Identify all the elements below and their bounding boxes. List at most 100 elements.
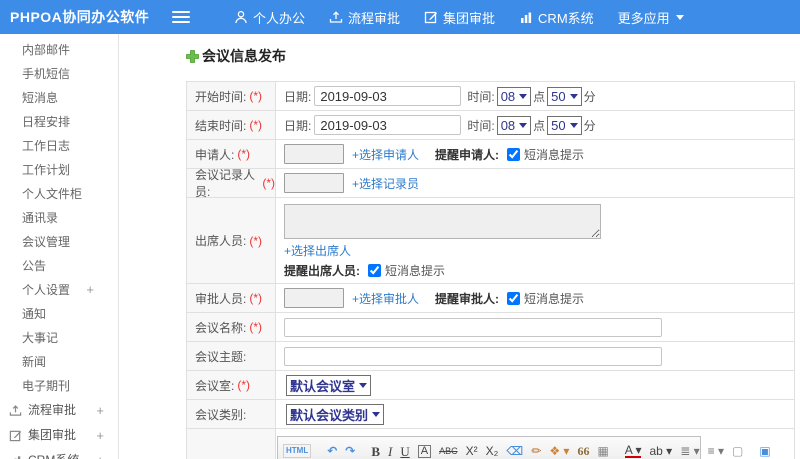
italic-button[interactable]: I xyxy=(388,445,392,458)
recorder-input[interactable] xyxy=(284,173,344,193)
user-icon xyxy=(235,10,247,24)
required-mark: (*) xyxy=(249,89,263,103)
end-date-input[interactable] xyxy=(314,115,462,135)
sidebar-item-personal-settings[interactable]: 个人设置 + xyxy=(0,278,118,302)
applicant-input[interactable] xyxy=(284,144,344,164)
select-applicant-link[interactable]: +选择申请人 xyxy=(352,146,419,163)
fullscreen-button[interactable]: ▣ xyxy=(759,445,770,457)
sidebar-item-label: 工作日志 xyxy=(22,139,71,153)
edit-square-icon xyxy=(9,430,22,442)
subscript-button[interactable]: X₂ xyxy=(486,445,499,457)
sms-checkbox[interactable] xyxy=(507,147,521,161)
font-style-button[interactable]: A xyxy=(417,444,432,458)
start-minute-select[interactable]: 50 xyxy=(547,86,582,106)
nav-more-apps[interactable]: 更多应用 xyxy=(618,8,684,27)
select-recorder-link[interactable]: +选择记录员 xyxy=(352,175,419,192)
ordered-list-button[interactable]: ≣ ▾ xyxy=(680,445,699,457)
sidebar-item-work-log[interactable]: 工作日志 xyxy=(0,134,118,158)
format-brush-button[interactable]: ✏ xyxy=(531,445,541,457)
meeting-room-select[interactable]: 默认会议室 xyxy=(286,374,372,396)
expand-plus-icon[interactable]: + xyxy=(96,448,104,459)
bar-chart-icon xyxy=(14,456,21,459)
top-navigation: 个人办公 流程审批 集团审批 CRM系统 更多应用 xyxy=(210,8,684,27)
attendees-textarea[interactable] xyxy=(284,204,601,239)
field-label: 会议室: xyxy=(195,378,235,393)
new-page-button[interactable]: ▢ xyxy=(732,445,743,457)
sidebar-group-crm-system[interactable]: CRM系统 + xyxy=(0,448,118,459)
expand-plus-icon[interactable]: + xyxy=(86,278,94,302)
select-attendees-link[interactable]: +选择出席人 xyxy=(284,242,351,259)
expand-plus-icon[interactable]: + xyxy=(96,398,104,423)
expand-plus-icon[interactable]: + xyxy=(96,423,104,448)
caret-down-icon xyxy=(675,14,684,20)
highlight-color-button[interactable]: ab ▾ xyxy=(649,445,672,457)
form-row-attendees: 出席人员: (*) +选择出席人 提醒出席人员: 短消息提示 xyxy=(187,198,794,284)
sidebar-group-group-approval[interactable]: 集团审批 + xyxy=(0,423,118,448)
end-minute-select[interactable]: 50 xyxy=(547,115,582,135)
hamburger-menu-icon[interactable] xyxy=(172,11,190,23)
upload-tray-icon xyxy=(9,405,22,416)
hour-unit: 点 xyxy=(533,89,546,104)
required-mark: (*) xyxy=(237,147,251,161)
meeting-topic-input[interactable] xyxy=(284,346,662,366)
sidebar-item-file-cabinet[interactable]: 个人文件柜 xyxy=(0,182,118,206)
nav-crm-system[interactable]: CRM系统 xyxy=(519,8,594,27)
sidebar-item-meeting-management[interactable]: 会议管理 xyxy=(0,230,118,254)
form-row-editor: HTML ↶ ↷ B I U A ABC X² X₂ ⌫ ✏ ❖ ▾ 66 ▦ … xyxy=(187,429,794,459)
meeting-name-input[interactable] xyxy=(284,317,662,337)
redo-button[interactable]: ↷ xyxy=(345,445,355,457)
field-label: 会议记录人员: xyxy=(195,168,256,199)
strikethrough-button[interactable]: ABC xyxy=(439,446,458,456)
font-color-button[interactable]: A ▾ xyxy=(624,444,642,458)
sidebar-group-process-approval[interactable]: 流程审批 + xyxy=(0,398,118,423)
approver-input[interactable] xyxy=(284,288,344,308)
sidebar-item-e-journal[interactable]: 电子期刊 xyxy=(0,374,118,398)
undo-button[interactable]: ↶ xyxy=(327,445,337,457)
sidebar-item-contacts[interactable]: 通讯录 xyxy=(0,206,118,230)
nav-personal-office[interactable]: 个人办公 xyxy=(234,8,305,27)
date-label: 日期: xyxy=(284,118,312,133)
end-hour-select[interactable]: 08 xyxy=(496,115,532,135)
sidebar-item-label: 日程安排 xyxy=(22,115,71,129)
topbar: PHPOA协同办公软件 个人办公 流程审批 集团审批 CRM系统 更多应用 xyxy=(0,0,800,34)
remind-attendees-label: 提醒出席人员: xyxy=(284,264,360,278)
sidebar-item-news[interactable]: 新闻 xyxy=(0,350,118,374)
unordered-list-button[interactable]: ≡ ▾ xyxy=(708,445,724,457)
date-label: 日期: xyxy=(284,89,312,104)
sidebar-item-announcement[interactable]: 公告 xyxy=(0,254,118,278)
time-label: 时间: xyxy=(467,118,495,133)
sidebar-item-work-plan[interactable]: 工作计划 xyxy=(0,158,118,182)
blockquote-button[interactable]: 66 xyxy=(577,445,589,457)
nav-label: 个人办公 xyxy=(253,10,306,26)
sidebar-item-label: 大事记 xyxy=(22,331,59,345)
edit-square-icon xyxy=(424,11,438,24)
color-palette-button[interactable]: ❖ ▾ xyxy=(549,445,569,457)
sms-checkbox[interactable] xyxy=(507,291,521,305)
sms-checkbox[interactable] xyxy=(368,264,381,277)
sidebar-item-label: 通知 xyxy=(22,307,47,321)
nav-label: 更多应用 xyxy=(617,10,670,26)
meeting-form: 开始时间:(*) 日期: 时间: 08 点 50 分 结束时间:(*) 日期: … xyxy=(186,81,795,459)
select-approver-link[interactable]: +选择审批人 xyxy=(352,290,419,307)
nav-group-approval[interactable]: 集团审批 xyxy=(424,8,495,27)
sidebar-group-label: 流程审批 xyxy=(28,403,77,417)
meeting-type-select[interactable]: 默认会议类别 xyxy=(286,403,385,425)
bold-button[interactable]: B xyxy=(371,445,380,458)
form-row-approver: 审批人员: (*) +选择审批人 提醒审批人: 短消息提示 xyxy=(187,284,794,313)
paste-table-button[interactable]: ▦ xyxy=(597,445,608,457)
sidebar-item-memorabilia[interactable]: 大事记 xyxy=(0,326,118,350)
eraser-button[interactable]: ⌫ xyxy=(506,445,523,457)
start-hour-select[interactable]: 08 xyxy=(496,86,532,106)
sidebar-item-internal-mail[interactable]: 内部邮件 xyxy=(0,38,118,62)
sidebar-item-mobile-sms[interactable]: 手机短信 xyxy=(0,62,118,86)
superscript-button[interactable]: X² xyxy=(466,445,478,457)
html-source-button[interactable]: HTML xyxy=(283,444,312,458)
sidebar-item-schedule[interactable]: 日程安排 xyxy=(0,110,118,134)
page-title: 会议信息发布 xyxy=(186,46,286,66)
start-date-input[interactable] xyxy=(314,86,462,106)
sidebar-item-notice[interactable]: 通知 xyxy=(0,302,118,326)
required-mark: (*) xyxy=(249,233,263,248)
underline-button[interactable]: U xyxy=(400,445,409,458)
nav-process-approval[interactable]: 流程审批 xyxy=(329,8,400,27)
sidebar-item-short-message[interactable]: 短消息 xyxy=(0,86,118,110)
